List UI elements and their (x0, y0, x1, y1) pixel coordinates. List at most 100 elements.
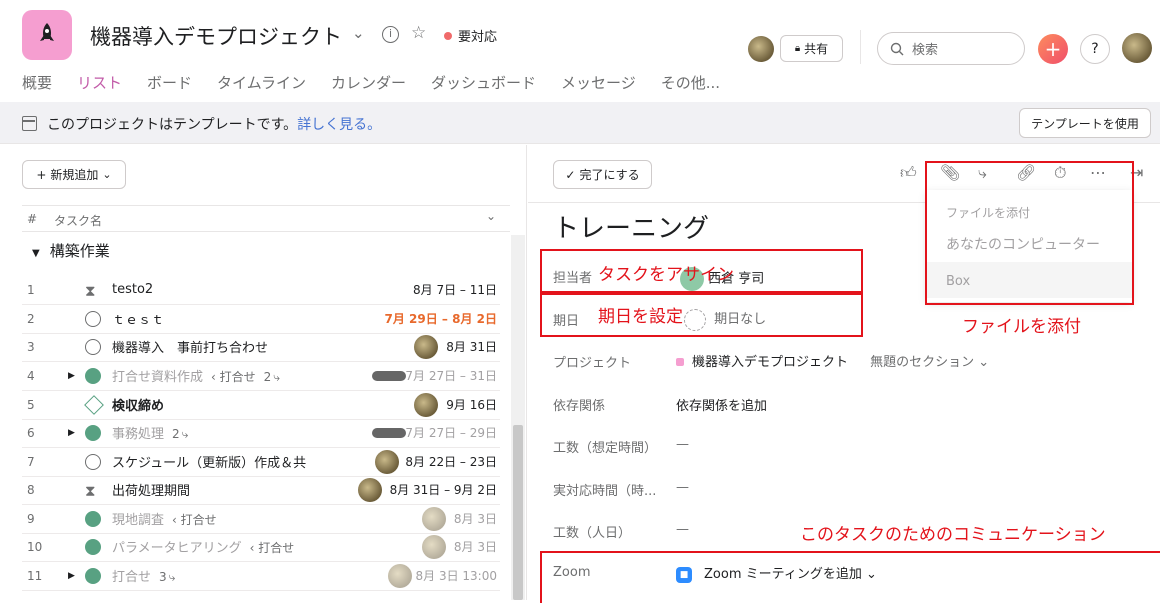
table-row[interactable]: 6 ▶ 事務処理 2 ⤷ 7月 27日 – 29日 (22, 419, 500, 448)
annotation-box-communication (540, 551, 1160, 603)
section-header[interactable]: ▼ 構築作業 (32, 240, 110, 261)
checkmark-circle-icon[interactable] (85, 538, 101, 555)
use-template-button[interactable]: テンプレートを使用 (1019, 108, 1151, 138)
expand-icon[interactable]: ▶ (68, 428, 75, 438)
redacted-name (372, 371, 406, 381)
table-row[interactable]: 1 ⧗ testo2 8月 7日 – 11日 (22, 276, 500, 305)
subtask-icon: ⤷ (168, 570, 176, 585)
field-label-actual-time: 実対応時間（時... (553, 484, 657, 499)
table-row[interactable]: 3 機器導入 事前打ち合わせ 8月 31日 (22, 333, 500, 362)
table-row[interactable]: 11 ▶ 打合せ 3 ⤷ 8月 3日 13:00 (22, 562, 500, 591)
subtask-icon: ⤷ (273, 370, 281, 385)
star-icon[interactable]: ☆ (411, 23, 426, 43)
share-button[interactable]: 🔒︎ 共有 (780, 35, 843, 62)
assignee-avatar[interactable] (422, 506, 446, 531)
chevron-down-icon: ⌄ (102, 168, 112, 181)
scrollbar-thumb[interactable] (513, 425, 523, 600)
tab-calendar[interactable]: カレンダー (331, 72, 406, 93)
tab-dashboard[interactable]: ダッシュボード (431, 72, 536, 93)
milestone-icon[interactable] (84, 394, 104, 415)
member-avatar[interactable] (748, 36, 774, 62)
add-task-button[interactable]: + 新規追加 ⌄ (22, 160, 126, 189)
table-row[interactable]: 7 スケジュール（更新版）作成＆共 8月 22日 – 23日 (22, 448, 500, 477)
field-label-estimate: 工数（想定時間） (553, 441, 658, 456)
col-number: # (27, 212, 38, 226)
assignee-avatar[interactable] (388, 563, 412, 588)
estimate-value[interactable]: — (676, 437, 689, 452)
triangle-down-icon: ▼ (32, 248, 40, 259)
tab-board[interactable]: ボード (147, 72, 192, 93)
learn-more-link[interactable]: 詳しく見る。 (297, 117, 381, 133)
chevron-down-icon[interactable]: ⌄ (486, 209, 496, 223)
field-label-project: プロジェクト (553, 356, 632, 371)
table-row[interactable]: 2 ｔｅｓｔ 7月 29日 – 8月 2日 (22, 305, 500, 334)
annotation-due: 期日を設定 (598, 307, 683, 327)
assignee-avatar[interactable] (422, 534, 446, 559)
tab-messages[interactable]: メッセージ (561, 72, 636, 93)
project-title[interactable]: 機器導入デモプロジェクト (90, 21, 342, 51)
assignee-avatar[interactable] (375, 449, 399, 474)
project-tabs: 概要 リスト ボード タイムライン カレンダー ダッシュボード メッセージ その… (22, 72, 745, 93)
checkmark-circle-icon[interactable] (85, 367, 101, 384)
checkmark-circle-icon[interactable] (85, 338, 101, 355)
chevron-down-icon[interactable]: ⌄ (352, 24, 365, 42)
annotation-communication: このタスクのためのコミュニケーション (800, 525, 1106, 545)
assignee-avatar[interactable] (414, 392, 438, 417)
tab-timeline[interactable]: タイムライン (217, 72, 306, 93)
status-dot-icon (444, 32, 452, 40)
top-bar: 機器導入デモプロジェクト ⌄ i ☆ 要対応 🔒︎ 共有 検索 + ? 概要 リ… (0, 0, 1160, 102)
section-select[interactable]: 無題のセクション ⌄ (870, 355, 989, 370)
checkmark-icon: ✓ (565, 167, 576, 182)
template-banner: このプロジェクトはテンプレートです。詳しく見る。 (0, 102, 1160, 144)
expand-icon[interactable]: ▶ (68, 571, 75, 581)
info-icon[interactable]: i (382, 26, 399, 43)
field-label-dependency: 依存関係 (553, 399, 606, 414)
banner-text: このプロジェクトはテンプレートです。詳しく見る。 (47, 117, 382, 133)
annotation-box-attach (925, 161, 1134, 305)
list-header: # タスク名 ⌄ (22, 205, 510, 232)
like-icon[interactable]: 👍︎ (900, 163, 917, 183)
man-days-value[interactable]: — (676, 522, 689, 537)
table-row[interactable]: 9 現地調査 ‹ 打合せ 8月 3日 (22, 505, 500, 534)
project-status[interactable]: 要対応 (458, 26, 497, 45)
table-row[interactable]: 10 パラメータヒアリング ‹ 打合せ 8月 3日 (22, 533, 500, 562)
tab-overview[interactable]: 概要 (22, 72, 52, 93)
help-button[interactable]: ? (1080, 34, 1110, 64)
redacted-name (372, 428, 406, 438)
subtask-icon: ⤷ (181, 427, 189, 442)
lock-icon: 🔒︎ (794, 43, 801, 54)
actual-time-value[interactable]: — (676, 480, 689, 495)
project-value[interactable]: 機器導入デモプロジェクト 無題のセクション ⌄ (676, 351, 989, 370)
assignee-avatar[interactable] (414, 334, 438, 359)
table-row[interactable]: 8 ⧗ 出荷処理期間 8月 31日 – 9月 2日 (22, 476, 500, 505)
project-color-icon (676, 358, 684, 366)
tab-more[interactable]: その他... (661, 72, 720, 93)
table-row[interactable]: 4 ▶ 打合せ資料作成 ‹ 打合せ 2 ⤷ 7月 27日 – 31日 (22, 362, 500, 391)
checkmark-circle-icon[interactable] (85, 310, 101, 327)
mark-complete-button[interactable]: ✓ 完了にする (553, 160, 652, 189)
expand-icon[interactable]: ▶ (68, 371, 75, 381)
checkmark-circle-icon[interactable] (85, 510, 101, 527)
task-list-panel: + 新規追加 ⌄ # タスク名 ⌄ ▼ 構築作業 1 ⧗ testo2 8月 7日… (0, 145, 527, 600)
annotation-attach: ファイルを添付 (962, 317, 1081, 337)
checkmark-circle-icon[interactable] (85, 567, 101, 584)
divider (860, 30, 861, 64)
annotation-assign: タスクをアサイン (598, 265, 734, 285)
task-title[interactable]: トレーニング (553, 208, 709, 245)
table-row[interactable]: 5 検収締め 9月 16日 (22, 391, 500, 420)
col-task-name[interactable]: タスク名 (54, 212, 102, 229)
checkmark-circle-icon[interactable] (85, 424, 101, 441)
user-avatar[interactable] (1122, 33, 1152, 63)
plus-icon: + (36, 167, 47, 182)
rocket-icon (40, 23, 54, 41)
annotation-box-due (540, 293, 863, 337)
add-dependency-link[interactable]: 依存関係を追加 (676, 395, 767, 414)
tab-list[interactable]: リスト (77, 72, 122, 93)
assignee-avatar[interactable] (358, 477, 382, 502)
search-input[interactable]: 検索 (877, 32, 1025, 65)
project-icon[interactable] (22, 10, 72, 60)
checkmark-circle-icon[interactable] (85, 453, 101, 470)
quick-add-button[interactable]: + (1038, 34, 1068, 64)
hourglass-icon: ⧗ (85, 481, 96, 500)
hourglass-icon: ⧗ (85, 281, 96, 300)
